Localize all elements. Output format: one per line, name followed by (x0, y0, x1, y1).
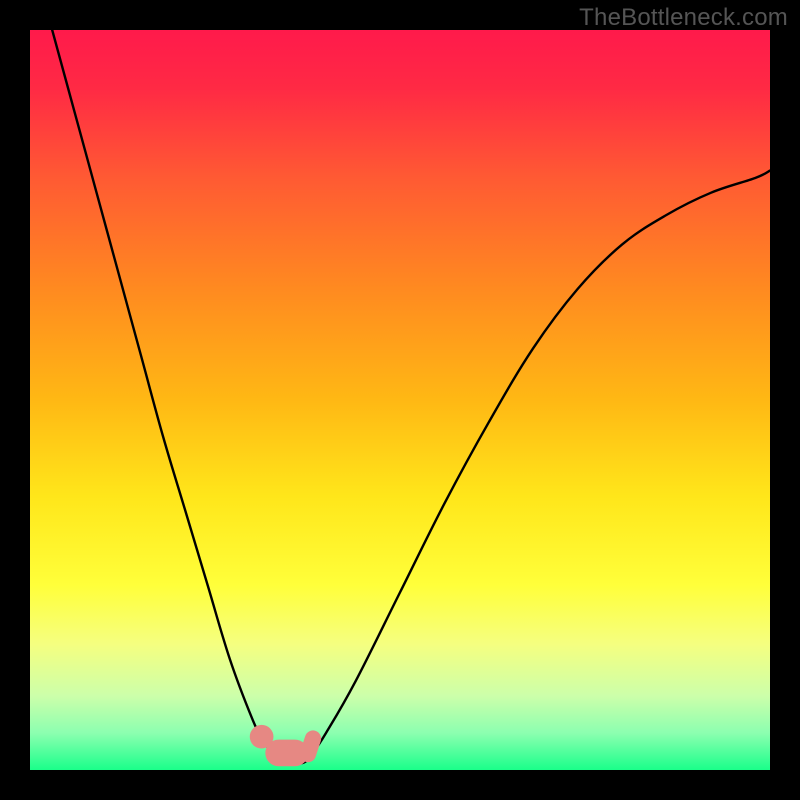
bottleneck-curve (30, 30, 770, 770)
watermark-text: TheBottleneck.com (579, 4, 788, 32)
plot-area (30, 30, 770, 770)
